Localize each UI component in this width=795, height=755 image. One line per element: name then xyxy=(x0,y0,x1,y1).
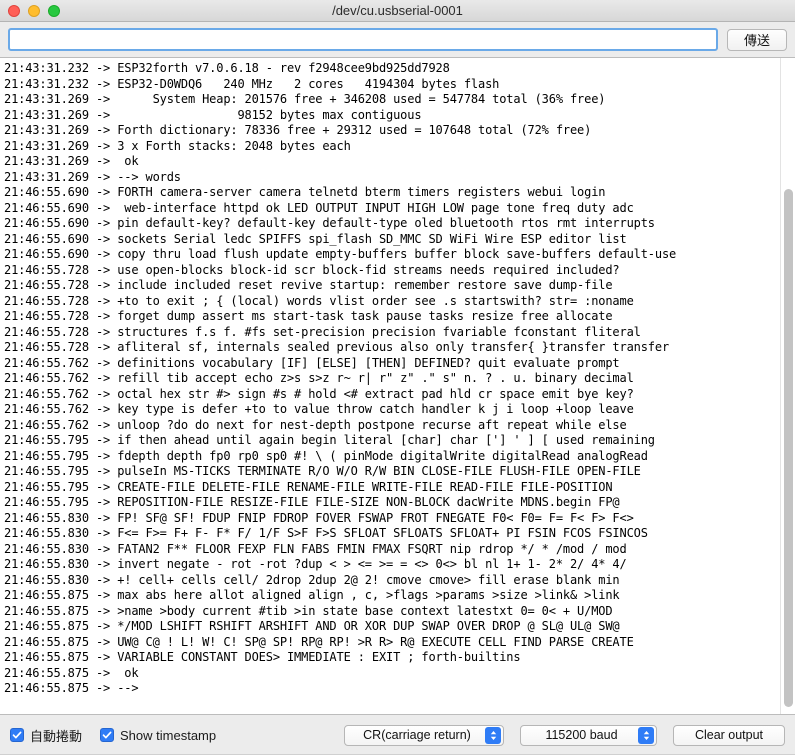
terminal-line: 21:46:55.728 -> afliteral sf, internals … xyxy=(4,340,670,354)
terminal-line: 21:43:31.232 -> ESP32forth v7.0.6.18 - r… xyxy=(4,61,450,75)
clear-output-button[interactable]: Clear output xyxy=(673,724,785,746)
autoscroll-checkbox-group[interactable]: 自動捲動 xyxy=(10,726,82,745)
terminal-line: 21:46:55.795 -> if then ahead until agai… xyxy=(4,433,655,447)
terminal-line: 21:46:55.830 -> FP! SF@ SF! FDUP FNIP FD… xyxy=(4,510,634,525)
terminal-line: 21:46:55.728 -> +to to exit ; { (local) … xyxy=(4,293,634,308)
autoscroll-checkbox[interactable] xyxy=(10,728,24,742)
baud-rate-select[interactable]: 115200 baud xyxy=(520,724,657,746)
window-title: /dev/cu.usbserial-0001 xyxy=(332,3,463,18)
terminal-line: 21:43:31.269 -> 98152 bytes max contiguo… xyxy=(4,107,422,122)
close-window-button[interactable] xyxy=(8,4,20,17)
command-input[interactable] xyxy=(8,28,718,51)
checkmark-icon xyxy=(12,731,22,739)
terminal-line: 21:46:55.830 -> F<= F>= F+ F- F* F/ 1/F … xyxy=(4,526,648,540)
terminal-line: 21:46:55.690 -> web-interface httpd ok L… xyxy=(4,200,634,215)
show-timestamp-label: Show timestamp xyxy=(120,727,217,743)
terminal-line: 21:46:55.795 -> CREATE-FILE DELETE-FILE … xyxy=(4,479,613,494)
terminal-line: 21:46:55.875 -> >name >body current #tib… xyxy=(4,603,613,618)
send-command-bar: 傳送 xyxy=(0,22,795,57)
stepper-up-down-icon[interactable] xyxy=(485,726,501,744)
terminal-line: 21:46:55.875 -> UW@ C@ ! L! W! C! SP@ SP… xyxy=(4,634,634,649)
autoscroll-label: 自動捲動 xyxy=(30,728,83,744)
terminal-line: 21:46:55.762 -> refill tib accept echo z… xyxy=(4,371,634,385)
terminal-line: 21:46:55.728 -> structures f.s f. #fs se… xyxy=(4,324,641,339)
window-titlebar: /dev/cu.usbserial-0001 xyxy=(0,0,795,22)
terminal-line: 21:46:55.875 -> --> xyxy=(4,681,139,695)
stepper-up-down-icon[interactable] xyxy=(638,726,654,744)
bottom-toolbar: 自動捲動 Show timestamp CR(carriage return) xyxy=(0,715,795,755)
terminal-line: 21:46:55.762 -> unloop ?do do next for n… xyxy=(4,417,627,432)
terminal-line: 21:46:55.690 -> FORTH camera-server came… xyxy=(4,185,606,199)
terminal-output-area: 21:43:31.232 -> ESP32forth v7.0.6.18 - r… xyxy=(0,57,795,715)
maximize-window-button[interactable] xyxy=(48,4,60,17)
terminal-line: 21:46:55.728 -> forget dump assert ms st… xyxy=(4,309,613,323)
baud-rate-value: 115200 baud xyxy=(545,728,618,742)
terminal-line: 21:46:55.690 -> sockets Serial ledc SPIF… xyxy=(4,231,627,246)
show-timestamp-checkbox[interactable] xyxy=(100,728,115,742)
terminal-line: 21:43:31.232 -> ESP32-D0WDQ6 240 MHz 2 c… xyxy=(4,76,500,91)
minimize-window-button[interactable] xyxy=(28,4,40,17)
terminal-line: 21:46:55.795 -> pulseIn MS-TICKS TERMINA… xyxy=(4,464,641,478)
terminal-line: 21:46:55.830 -> FATAN2 F** FLOOR FEXP FL… xyxy=(4,541,627,556)
chevron-up-down-icon xyxy=(490,730,496,740)
terminal-line: 21:46:55.875 -> */MOD LSHIFT RSHIFT ARSH… xyxy=(4,619,620,633)
terminal-line: 21:46:55.830 -> invert negate - rot -rot… xyxy=(4,557,627,571)
bottom-toolbar-controls: CR(carriage return) 115200 baud Clear ou… xyxy=(344,724,785,746)
terminal-line: 21:43:31.269 -> Forth dictionary: 78336 … xyxy=(4,123,592,137)
terminal-line: 21:46:55.762 -> definitions vocabulary [… xyxy=(4,355,620,370)
window-controls xyxy=(0,4,60,17)
terminal-log[interactable]: 21:43:31.232 -> ESP32forth v7.0.6.18 - r… xyxy=(0,58,780,714)
line-ending-select[interactable]: CR(carriage return) xyxy=(344,724,504,746)
serial-monitor-window: /dev/cu.usbserial-0001 傳送 21:43:31.232 -… xyxy=(0,0,795,755)
terminal-line: 21:43:31.269 -> --> words xyxy=(4,169,181,184)
chevron-up-down-icon xyxy=(643,730,649,740)
terminal-line: 21:43:31.269 -> 3 x Forth stacks: 2048 b… xyxy=(4,138,351,153)
terminal-line: 21:46:55.762 -> key type is defer +to to… xyxy=(4,402,634,416)
terminal-scrollbar-thumb[interactable] xyxy=(784,189,793,708)
checkmark-icon xyxy=(102,731,112,739)
terminal-line: 21:46:55.875 -> max abs here allot align… xyxy=(4,588,620,602)
line-ending-value: CR(carriage return) xyxy=(363,728,471,742)
terminal-line: 21:46:55.728 -> use open-blocks block-id… xyxy=(4,262,620,277)
terminal-line: 21:46:55.728 -> include included reset r… xyxy=(4,278,613,292)
terminal-scrollbar-track[interactable] xyxy=(780,58,795,714)
terminal-line: 21:46:55.795 -> fdepth depth fp0 rp0 sp0… xyxy=(4,448,648,463)
terminal-line: 21:46:55.875 -> ok xyxy=(4,665,139,680)
terminal-line: 21:46:55.762 -> octal hex str #> sign #s… xyxy=(4,386,634,401)
terminal-line: 21:46:55.795 -> REPOSITION-FILE RESIZE-F… xyxy=(4,495,620,509)
show-timestamp-checkbox-group[interactable]: Show timestamp xyxy=(100,728,216,743)
send-button[interactable]: 傳送 xyxy=(727,28,787,51)
terminal-line: 21:43:31.269 -> ok xyxy=(4,154,139,168)
terminal-line: 21:43:31.269 -> System Heap: 201576 free… xyxy=(4,92,606,106)
terminal-line: 21:46:55.690 -> pin default-key? default… xyxy=(4,216,655,230)
terminal-line: 21:46:55.830 -> +! cell+ cells cell/ 2dr… xyxy=(4,572,620,587)
terminal-line: 21:46:55.690 -> copy thru load flush upd… xyxy=(4,247,677,261)
terminal-line: 21:46:55.875 -> VARIABLE CONSTANT DOES> … xyxy=(4,650,521,664)
